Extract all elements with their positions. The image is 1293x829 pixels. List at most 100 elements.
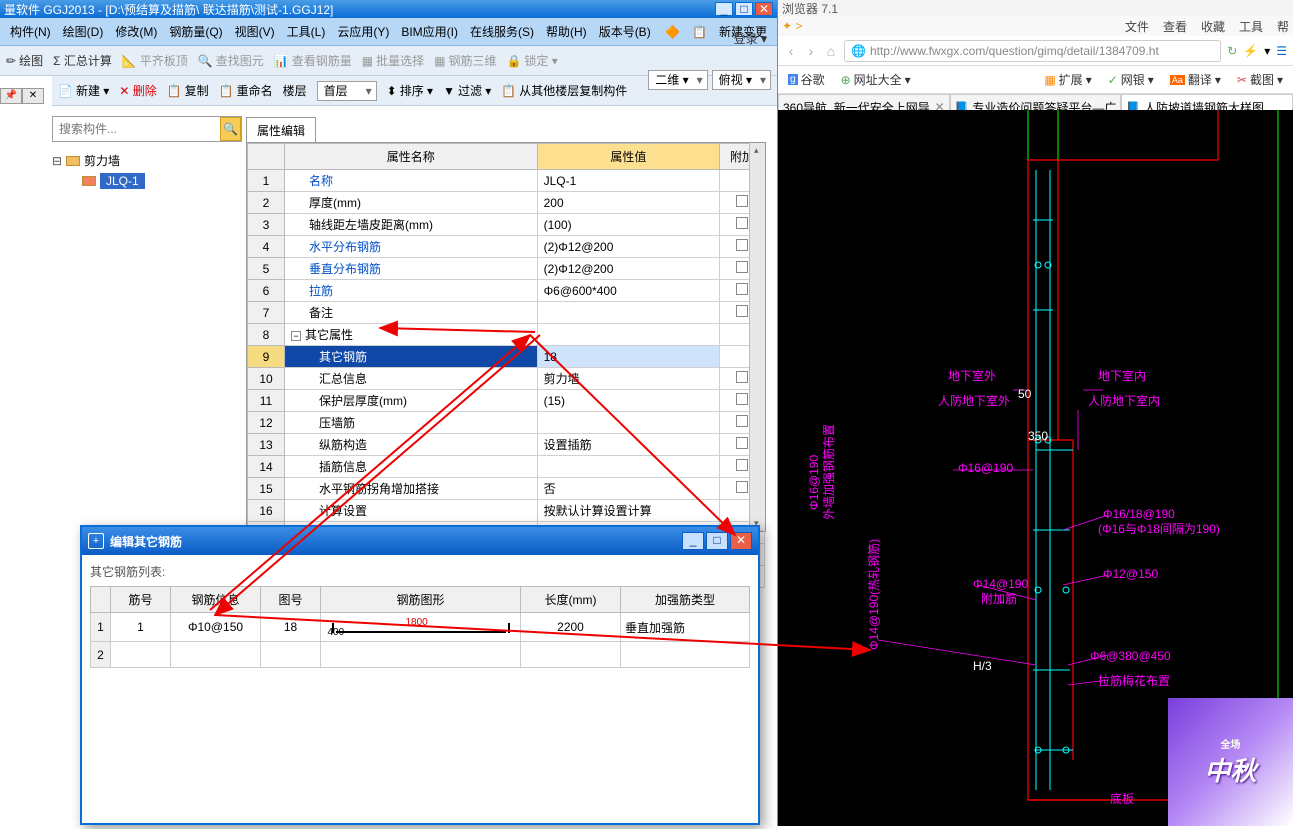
cad-phi14: Φ14@190 [973, 577, 1028, 591]
bm-trans[interactable]: Aa 翻译 ▾ [1166, 69, 1225, 90]
tb-sum[interactable]: Σ 汇总计算 [53, 52, 112, 69]
property-edit-tab[interactable]: 属性编辑 [246, 117, 316, 143]
tb-copy[interactable]: 📋 复制 [167, 82, 209, 99]
prop-row[interactable]: 7备注 [248, 302, 765, 324]
home-button[interactable]: ⌂ [824, 43, 838, 59]
prop-row[interactable]: 11保护层厚度(mm)(15) [248, 390, 765, 412]
rebar-id[interactable]: 1 [111, 613, 171, 642]
tb-view-rebar[interactable]: 📊 查看钢筋量 [274, 52, 352, 69]
menu-online[interactable]: 在线服务(S) [466, 21, 538, 42]
rebar-row-2[interactable]: 2 [91, 642, 750, 668]
tb-draw[interactable]: ✏ 绘图 [6, 52, 43, 69]
prop-row[interactable]: 4水平分布钢筋(2)Φ12@200 [248, 236, 765, 258]
url-input[interactable]: 🌐 http://www.fwxgx.com/question/gimq/det… [844, 40, 1221, 62]
tb-batch-select[interactable]: ▦ 批量选择 [362, 52, 424, 69]
dialog-titlebar[interactable]: + 编辑其它钢筋 _ □ ✕ [82, 527, 758, 555]
tb-new[interactable]: 📄 新建 ▾ [58, 82, 109, 99]
menu-icon-1[interactable]: 🔶 [661, 23, 684, 41]
tb-filter[interactable]: ▼ 过滤 ▾ [443, 82, 491, 99]
star-icon[interactable]: ✦ > [782, 19, 802, 33]
forward-button[interactable]: › [804, 43, 818, 59]
dialog-minimize[interactable]: _ [682, 532, 704, 550]
prop-row[interactable]: 5垂直分布钢筋(2)Φ12@200 [248, 258, 765, 280]
menu-version[interactable]: 版本号(B) [595, 21, 655, 42]
rebar-length[interactable]: 2200 [521, 613, 621, 642]
prop-row[interactable]: 15水平钢筋拐角增加搭接否 [248, 478, 765, 500]
search-button[interactable]: 🔍 [220, 117, 241, 141]
brw-menu-file[interactable]: 文件 [1125, 18, 1149, 35]
cad-side1: Φ16@190 [807, 455, 821, 510]
cad-drawing-area[interactable]: 地下室外 人防地下室外 地下室内 人防地下室内 50 350 Φ16@190 Φ… [778, 110, 1293, 826]
tb-sort[interactable]: ⬍ 排序 ▾ [387, 82, 433, 99]
brw-menu-fav[interactable]: 收藏 [1201, 18, 1225, 35]
prop-row[interactable]: 3轴线距左墙皮距离(mm)(100) [248, 214, 765, 236]
tb-delete[interactable]: ✕ 删除 [119, 82, 156, 99]
tab-pin-icon[interactable]: 📌 [0, 88, 22, 104]
tb-align-slab[interactable]: 📐 平齐板顶 [122, 52, 188, 69]
menu-component[interactable]: 构件(N) [6, 21, 55, 42]
menu-icon[interactable]: ☰ [1276, 44, 1287, 58]
maximize-button[interactable]: □ [735, 2, 753, 16]
rebar-type[interactable]: 垂直加强筋 [621, 613, 750, 642]
prop-row[interactable]: 1名称JLQ-1 [248, 170, 765, 192]
bm-addr[interactable]: ⊕ 网址大全 ▾ [837, 69, 915, 90]
menu-cloud[interactable]: 云应用(Y) [333, 21, 393, 42]
prop-row[interactable]: 10汇总信息剪力墙 [248, 368, 765, 390]
view-dir-dropdown[interactable]: 俯视 ▾ [712, 70, 771, 90]
dialog-close[interactable]: ✕ [730, 532, 752, 550]
refresh-icon[interactable]: ↻ [1227, 44, 1237, 58]
brw-menu-tools[interactable]: 工具 [1239, 18, 1263, 35]
col-name: 属性名称 [284, 144, 537, 170]
menu-draw[interactable]: 绘图(D) [59, 21, 108, 42]
menu-modify[interactable]: 修改(M) [111, 21, 161, 42]
tb-rename[interactable]: 📋 重命名 [219, 82, 273, 99]
floor-dropdown[interactable]: 首层 [317, 81, 377, 101]
menu-help[interactable]: 帮助(H) [542, 21, 591, 42]
search-input[interactable] [53, 122, 220, 136]
prop-row[interactable]: 9其它钢筋18 [248, 346, 765, 368]
prop-row[interactable]: 14插筋信息 [248, 456, 765, 478]
tb-find[interactable]: 🔍 查找图元 [198, 52, 264, 69]
back-button[interactable]: ‹ [784, 43, 798, 59]
bm-google[interactable]: g 谷歌 [784, 69, 829, 90]
tb-rebar-3d[interactable]: ▦ 钢筋三维 [434, 52, 496, 69]
brw-menu-help[interactable]: 帮 [1277, 18, 1289, 35]
tree-root-shearwall[interactable]: ⊟ 剪力墙 [52, 150, 242, 171]
close-button[interactable]: ✕ [755, 2, 773, 16]
app-titlebar[interactable]: 量软件 GGJ2013 - [D:\预结算及描筋\ 联达描筋\测试-1.GGJ1… [0, 0, 777, 18]
menu-view[interactable]: 视图(V) [231, 21, 279, 42]
login-link[interactable]: 登录 ▾ [734, 30, 767, 47]
prop-row[interactable]: 2厚度(mm)200 [248, 192, 765, 214]
menu-tools[interactable]: 工具(L) [283, 21, 330, 42]
view-mode-dropdown[interactable]: 二维 ▾ [648, 70, 707, 90]
bm-ext[interactable]: ▦ 扩展 ▾ [1040, 69, 1095, 90]
bm-snap[interactable]: ✂ 截图 ▾ [1233, 69, 1287, 90]
dropdown-icon[interactable]: ▾ [1264, 44, 1270, 58]
rebar-info[interactable]: Φ10@150 [171, 613, 261, 642]
prop-row[interactable]: 13纵筋构造设置插筋 [248, 434, 765, 456]
rebar-shape-cell[interactable]: 400 1800 [321, 613, 521, 642]
collapse-icon[interactable]: ⊟ [52, 154, 62, 168]
brw-menu-view[interactable]: 查看 [1163, 18, 1187, 35]
tab-close-icon[interactable]: ✕ [22, 88, 44, 104]
menu-icon-2[interactable]: 📋 [688, 23, 711, 41]
prop-row[interactable]: 8−其它属性 [248, 324, 765, 346]
tb-copy-from-floor[interactable]: 📋 从其他楼层复制构件 [501, 82, 627, 99]
compat-icon[interactable]: ⚡ [1243, 44, 1258, 58]
ad-banner[interactable]: 全场 中秋 [1168, 698, 1293, 826]
prop-row[interactable]: 12压墙筋 [248, 412, 765, 434]
tb-lock[interactable]: 🔒 锁定 ▾ [506, 52, 557, 69]
bm-bank[interactable]: ✓ 网银 ▾ [1104, 69, 1158, 90]
property-scrollbar[interactable] [749, 143, 765, 531]
rebar-drawing[interactable]: 18 [261, 613, 321, 642]
menu-rebar[interactable]: 钢筋量(Q) [165, 21, 226, 42]
prop-row[interactable]: 16计算设置按默认计算设置计算 [248, 500, 765, 522]
prop-row[interactable]: 6拉筋Φ6@600*400 [248, 280, 765, 302]
tree-item-jlq1[interactable]: JLQ-1 [52, 171, 242, 191]
cad-side3: Φ14@190(热轧钢筋) [866, 539, 881, 650]
minimize-button[interactable]: _ [715, 2, 733, 16]
menu-bim[interactable]: BIM应用(I) [397, 21, 462, 42]
cad-phi16: Φ16@190 [958, 461, 1013, 475]
rebar-row-1[interactable]: 1 1 Φ10@150 18 400 1800 2200 [91, 613, 750, 642]
dialog-maximize[interactable]: □ [706, 532, 728, 550]
